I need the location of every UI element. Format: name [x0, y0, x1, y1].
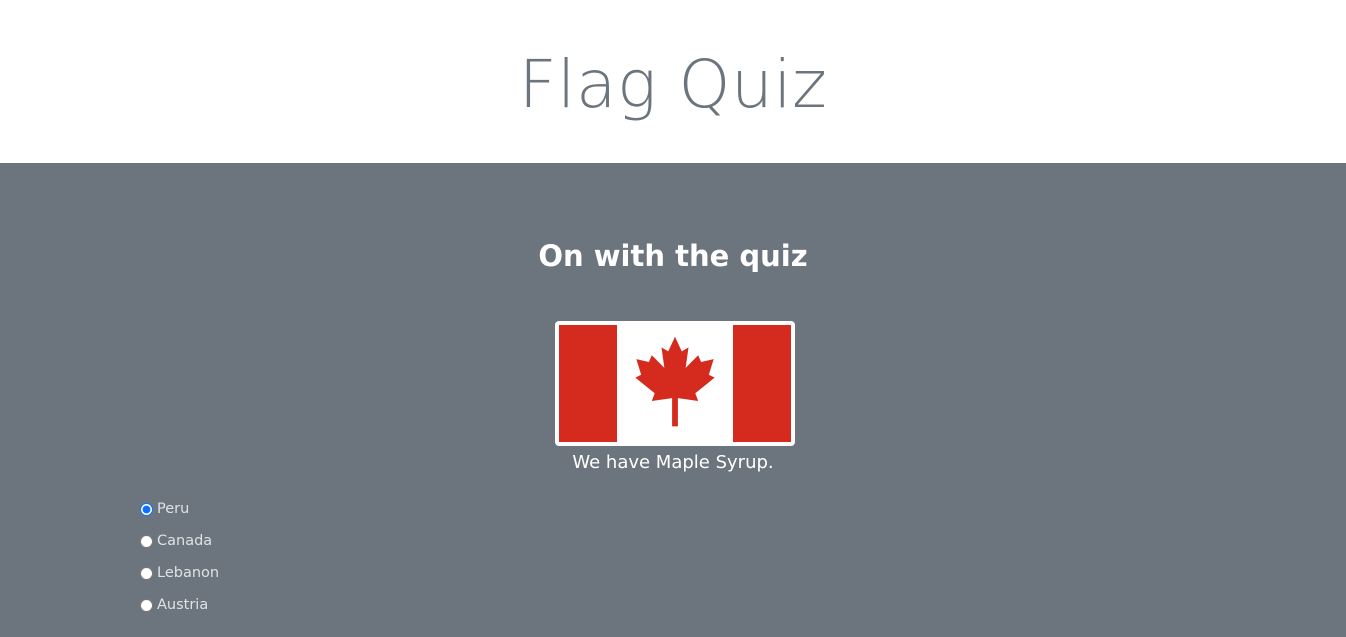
answer-radio[interactable]	[140, 502, 153, 516]
answer-radio[interactable]	[140, 534, 153, 548]
answer-option[interactable]: Lebanon	[140, 557, 219, 589]
answer-option[interactable]: Canada	[140, 525, 219, 557]
answer-option[interactable]: Peru	[140, 493, 219, 525]
answer-options: Peru Canada Lebanon Austria	[140, 493, 219, 621]
answer-label: Canada	[157, 533, 213, 549]
flag-hint: We have Maple Syrup.	[572, 452, 774, 473]
answer-label: Peru	[157, 501, 190, 517]
quiz-heading: On with the quiz	[538, 239, 808, 273]
answer-label: Austria	[157, 597, 209, 613]
answer-label: Lebanon	[157, 565, 220, 581]
answer-radio[interactable]	[140, 566, 153, 580]
canada-flag-icon	[559, 325, 791, 442]
answer-radio[interactable]	[140, 598, 153, 612]
header: Flag Quiz	[0, 0, 1346, 163]
answer-option[interactable]: Austria	[140, 589, 219, 621]
page-title: Flag Quiz	[518, 46, 828, 123]
flag-image-frame	[555, 321, 795, 446]
quiz-section: On with the quiz We have Maple Syrup. Pe…	[0, 163, 1346, 637]
